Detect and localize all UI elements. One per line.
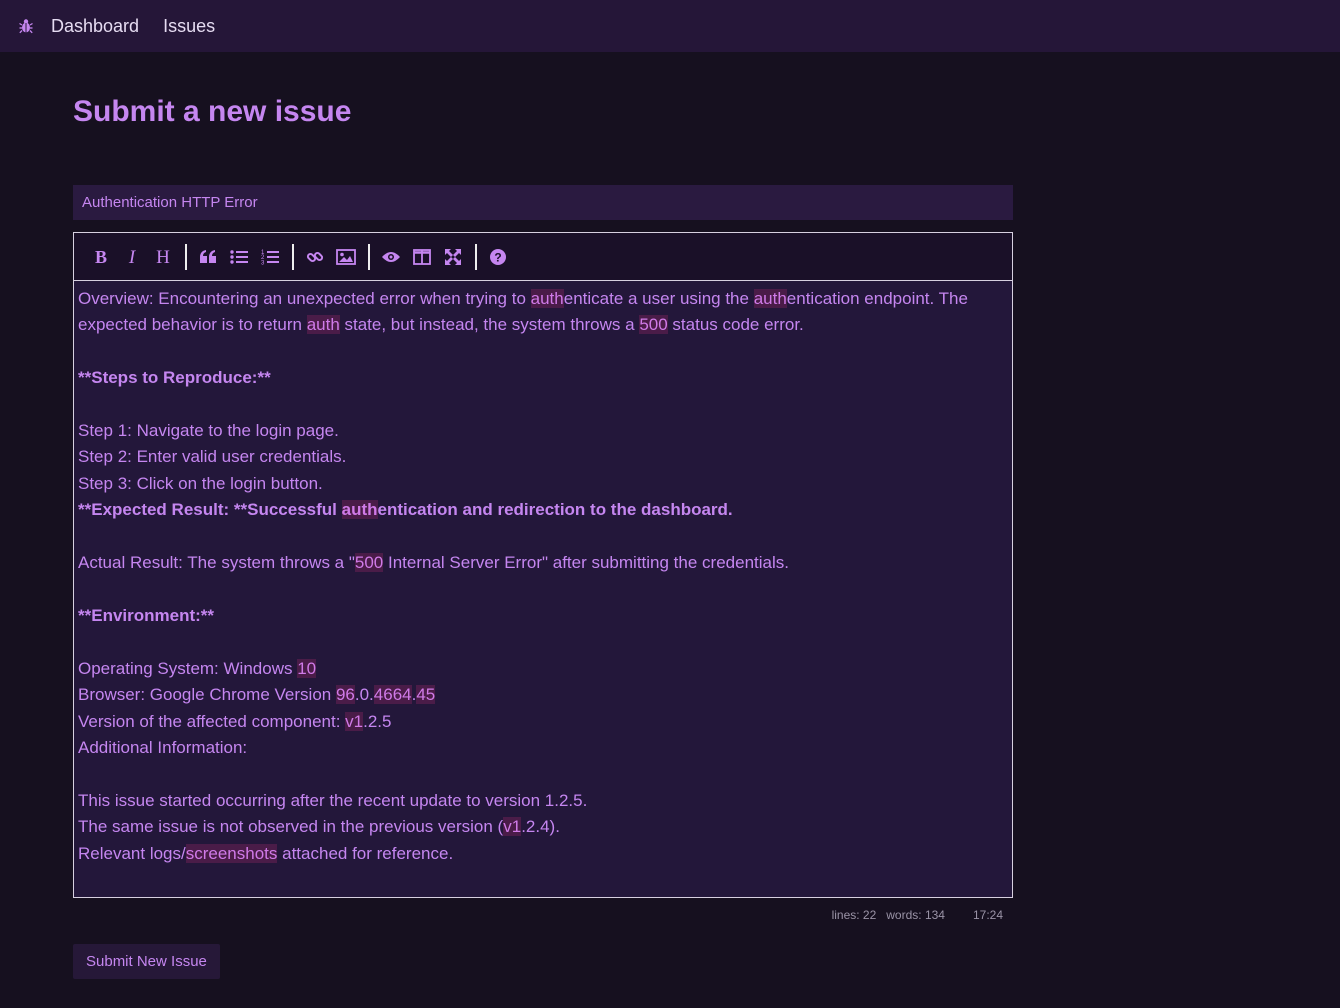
highlighted-token: 500 bbox=[354, 553, 384, 573]
side-by-side-icon[interactable] bbox=[407, 242, 437, 272]
page-title: Submit a new issue bbox=[73, 95, 352, 128]
editor-line: Step 1: Navigate to the login page. bbox=[78, 421, 339, 441]
top-nav: Dashboard Issues bbox=[0, 0, 1340, 52]
editor-line: Version of the affected component: v1.2.… bbox=[78, 711, 392, 731]
highlighted-token: 500 bbox=[639, 315, 668, 335]
link-icon[interactable] bbox=[300, 242, 330, 272]
editor-line: **Environment:** bbox=[78, 605, 215, 625]
cursor-position: 17:24 bbox=[972, 908, 1003, 922]
editor-line: This issue started occurring after the r… bbox=[78, 790, 588, 810]
nav-link-issues[interactable]: Issues bbox=[163, 16, 215, 37]
editor-line: Overview: Encountering an unexpected err… bbox=[78, 289, 973, 335]
svg-text:H: H bbox=[156, 248, 170, 266]
bold-icon[interactable]: B bbox=[86, 242, 116, 272]
svg-text:?: ? bbox=[494, 250, 501, 264]
image-icon[interactable] bbox=[331, 242, 361, 272]
unordered-list-icon[interactable] bbox=[224, 242, 254, 272]
markdown-editor: B I H 1 2 3 ? Overview: Encountering an … bbox=[73, 232, 1013, 898]
toolbar-separator bbox=[368, 243, 370, 270]
fullscreen-icon[interactable] bbox=[438, 242, 468, 272]
nav-link-dashboard[interactable]: Dashboard bbox=[51, 16, 139, 37]
bug-icon[interactable] bbox=[18, 18, 34, 34]
editor-line: **Expected Result: **Successful authenti… bbox=[78, 500, 733, 520]
editor-line: Operating System: Windows 10 bbox=[78, 658, 317, 678]
highlighted-token: 4664 bbox=[373, 685, 412, 705]
heading-icon[interactable]: H bbox=[148, 242, 178, 272]
highlighted-token: auth bbox=[530, 289, 564, 308]
italic-icon[interactable]: I bbox=[117, 242, 147, 272]
editor-line: Relevant logs/screenshots attached for r… bbox=[78, 843, 454, 863]
highlighted-token: v1 bbox=[345, 711, 364, 731]
word-count: words: 134 bbox=[886, 908, 945, 922]
toolbar-separator bbox=[475, 243, 477, 270]
submit-issue-button[interactable]: Submit New Issue bbox=[73, 944, 220, 979]
ordered-list-icon[interactable]: 1 2 3 bbox=[255, 242, 285, 272]
highlighted-token: 96 bbox=[335, 685, 355, 705]
editor-toolbar: B I H 1 2 3 ? bbox=[74, 233, 1012, 281]
help-icon[interactable]: ? bbox=[483, 242, 513, 272]
toolbar-separator bbox=[292, 243, 294, 270]
highlighted-token: screenshots bbox=[185, 843, 278, 863]
editor-line: Step 3: Click on the login button. bbox=[78, 473, 323, 493]
highlighted-token: 10 bbox=[297, 658, 317, 678]
editor-body[interactable]: Overview: Encountering an unexpected err… bbox=[74, 281, 1012, 897]
editor-status-bar: lines: 22 words: 134 17:24 bbox=[822, 908, 1003, 922]
editor-line: The same issue is not observed in the pr… bbox=[78, 817, 560, 837]
highlighted-token: auth bbox=[306, 315, 340, 335]
editor-line: Browser: Google Chrome Version 96.0.4664… bbox=[78, 685, 436, 705]
svg-text:I: I bbox=[128, 248, 137, 266]
highlighted-token: v1 bbox=[503, 817, 522, 837]
line-count: lines: 22 bbox=[831, 908, 877, 922]
highlighted-token: auth bbox=[753, 289, 787, 308]
highlighted-token: 45 bbox=[416, 685, 436, 705]
editor-line: **Steps to Reproduce:** bbox=[78, 368, 271, 388]
preview-eye-icon[interactable] bbox=[376, 242, 406, 272]
issue-title-input[interactable] bbox=[73, 185, 1013, 220]
editor-line: Step 2: Enter valid user credentials. bbox=[78, 447, 347, 467]
quote-icon[interactable] bbox=[193, 242, 223, 272]
editor-line: Actual Result: The system throws a "500 … bbox=[78, 553, 789, 573]
editor-line: Additional Information: bbox=[78, 737, 248, 757]
toolbar-separator bbox=[185, 243, 187, 270]
svg-text:B: B bbox=[95, 248, 107, 266]
highlighted-token: auth bbox=[341, 500, 378, 520]
svg-text:3: 3 bbox=[261, 260, 265, 266]
